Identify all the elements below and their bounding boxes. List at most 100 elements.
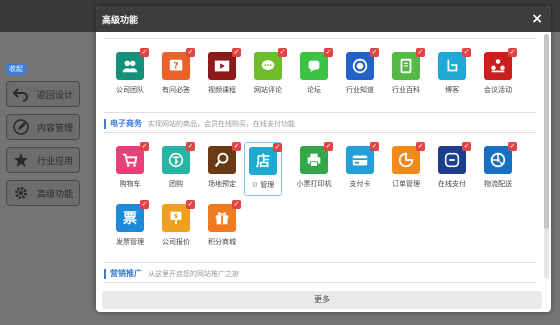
tile-company-quote[interactable]: $ ✓ 公司报价 [154, 200, 198, 252]
tile-shopping-cart[interactable]: ✓ 购物车 [108, 142, 152, 194]
selected-check-icon: ✓ [232, 48, 241, 57]
tile-label: 订单管理 [392, 180, 420, 188]
selected-check-icon: ✓ [140, 142, 149, 151]
tile-points-mall[interactable]: ✓ 积分商城 [200, 200, 244, 252]
svg-text:?: ? [173, 62, 178, 72]
tile-label: 网站评论 [254, 86, 282, 94]
selected-check-icon: ✓ [416, 48, 425, 57]
group-buy-icon: ✓ [162, 142, 195, 174]
tile-label: 会议活动 [484, 86, 512, 94]
section-divider [104, 112, 536, 113]
tile-label: 行业知道 [346, 86, 374, 94]
tile-group-buy[interactable]: ✓ 团购 [154, 142, 198, 194]
tile-label: 积分商城 [208, 238, 236, 246]
selected-check-icon: ✓ [140, 200, 149, 209]
blog-icon: ✓ [438, 48, 471, 80]
ecommerce-section-header: 电子商务 实现网站的商品，会员在线购买，在线支付功能 [104, 118, 295, 129]
gear-icon [9, 185, 33, 201]
tile-label: 物流配送 [484, 180, 512, 188]
section-divider [104, 132, 536, 133]
selected-check-icon: ✓ [508, 142, 517, 151]
selected-check-icon: ✓ [232, 142, 241, 151]
tile-invoice[interactable]: 票 ✓ 发票管理 [108, 200, 152, 252]
tile-label: 购物车 [119, 180, 141, 188]
tile-label: 公司报价 [162, 238, 190, 246]
side-button-content[interactable]: 内容管理 [6, 114, 80, 140]
tile-industry-wiki[interactable]: ✓ 行业百科 [384, 48, 428, 100]
collapse-tag[interactable]: 收起 [6, 64, 26, 75]
selected-check-icon: ✓ [462, 48, 471, 57]
tile-forum[interactable]: ✓ 论坛 [292, 48, 336, 100]
tile-label: 小票打印机 [296, 180, 332, 188]
selected-check-icon: ✓ [278, 48, 287, 57]
selected-check-icon: ✓ [273, 143, 282, 152]
tile-video-course[interactable]: ✓ 视频课程 [200, 48, 244, 100]
selected-check-icon: ✓ [370, 142, 379, 151]
tile-label: 团购 [169, 180, 183, 188]
section-accent-bar [104, 119, 106, 129]
tile-label: 行业百科 [392, 86, 420, 94]
tile-qa[interactable]: ? ✓ 有问必答 [154, 48, 198, 100]
section-divider [104, 282, 536, 283]
side-button-back-design[interactable]: 返回设计 [6, 81, 80, 107]
side-button-label: 返回设计 [37, 90, 74, 101]
tile-meeting[interactable]: ✓ 会议活动 [476, 48, 520, 100]
tile-order-manage[interactable]: ✓ 订单管理 [384, 142, 428, 194]
selected-check-icon: ✓ [324, 142, 333, 151]
side-button-industry[interactable]: 行业应用 [6, 147, 80, 173]
video-icon: ✓ [208, 48, 241, 80]
selected-check-icon: ✓ [508, 48, 517, 57]
side-button-label: 高级功能 [37, 189, 74, 200]
tile-label: 在线支付 [438, 180, 466, 188]
selected-check-icon: ✓ [324, 48, 333, 57]
side-button-advanced[interactable]: 高级功能 [6, 180, 80, 206]
tile-label: 公司团队 [116, 86, 144, 94]
tile-label-text: 管理 [260, 181, 275, 189]
tile-receipt-printer[interactable]: ✓ 小票打印机 [292, 142, 336, 194]
question-icon: ? ✓ [162, 48, 195, 80]
close-icon[interactable]: × [531, 10, 543, 28]
selected-check-icon: ✓ [186, 48, 195, 57]
modal-content: ✓ 公司团队 ? ✓ 有问必答 ✓ 视频课程 ✓ 网站评论 ✓ 论坛 ✓ 行业知… [96, 32, 542, 290]
section-description: 从这里开启您的网站推广之旅 [148, 270, 239, 278]
tile-pay-card[interactable]: ✓ 支付卡 [338, 142, 382, 194]
tile-venue-booking[interactable]: ✓ 场地预定 [200, 142, 244, 194]
invoice-icon: 票 ✓ [116, 200, 149, 232]
selected-check-icon: ✓ [370, 48, 379, 57]
section-description: 实现网站的商品，会员在线购买，在线支付功能 [148, 120, 295, 128]
scrollbar-thumb[interactable] [544, 34, 549, 229]
meeting-icon: ✓ [484, 48, 517, 80]
tile-store-manage[interactable]: 店 ✓ ⚙ 管理 [244, 142, 282, 196]
tile-label: 支付卡 [349, 180, 371, 188]
gear-icon: ⚙ [251, 181, 259, 189]
cart-icon: ✓ [116, 142, 149, 174]
tile-site-comment[interactable]: ✓ 网站评论 [246, 48, 290, 100]
tile-blog[interactable]: ✓ 博客 [430, 48, 474, 100]
tile-online-pay[interactable]: ✓ 在线支付 [430, 142, 474, 194]
tile-logistics[interactable]: ✓ 物流配送 [476, 142, 520, 194]
section-title: 营销推广 [110, 269, 142, 278]
team-icon: ✓ [116, 48, 149, 80]
section-title: 电子商务 [110, 119, 142, 128]
side-button-label: 内容管理 [37, 123, 74, 134]
scrollbar[interactable] [544, 34, 549, 279]
tile-industry-knowledge[interactable]: ✓ 行业知道 [338, 48, 382, 100]
tile-company-team[interactable]: ✓ 公司团队 [108, 48, 152, 100]
side-button-label: 行业应用 [37, 156, 74, 167]
card-icon: ✓ [346, 142, 379, 174]
svg-text:$: $ [174, 213, 178, 220]
logistics-icon: ✓ [484, 142, 517, 174]
pay-icon: ✓ [438, 142, 471, 174]
marketing-section-header: 营销推广 从这里开启您的网站推广之旅 [104, 268, 239, 279]
tile-label: ⚙ 管理 [245, 180, 281, 190]
undo-icon [9, 86, 33, 102]
tile-label: 有问必答 [162, 86, 190, 94]
modal-header: 高级功能 [96, 6, 551, 32]
invoice-glyph: 票 [123, 211, 137, 227]
selected-check-icon: ✓ [232, 200, 241, 209]
star-icon [9, 152, 33, 168]
forum-icon: ✓ [300, 48, 333, 80]
order-icon: ✓ [392, 142, 425, 174]
tile-label: 论坛 [307, 86, 321, 94]
more-button[interactable]: 更多 [102, 291, 542, 309]
